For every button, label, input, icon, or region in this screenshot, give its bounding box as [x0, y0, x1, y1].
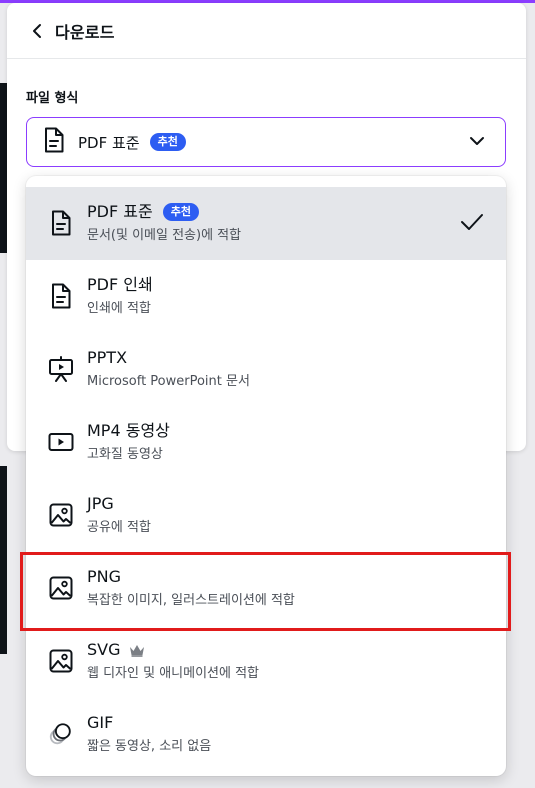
select-value: PDF 표준	[78, 133, 140, 152]
option-label: PDF 인쇄	[87, 275, 153, 294]
panel-title: 다운로드	[55, 22, 115, 42]
image-icon	[48, 501, 74, 529]
back-button[interactable]	[27, 21, 47, 41]
document-icon	[44, 127, 64, 157]
option-description: 인쇄에 적합	[87, 301, 151, 316]
panel-header: 다운로드	[7, 3, 526, 59]
option-description: 공유에 적합	[87, 520, 151, 535]
option-pdf-print[interactable]: PDF 인쇄 인쇄에 적합	[26, 260, 506, 333]
chevron-left-icon	[33, 23, 41, 38]
option-label: SVG	[87, 640, 121, 659]
option-label: PPTX	[87, 348, 128, 367]
option-description: 고화질 동영상	[87, 447, 163, 462]
crown-icon	[129, 644, 145, 657]
option-gif[interactable]: GIF 짧은 동영상, 소리 없음	[26, 698, 506, 771]
background-canvas-edge	[0, 466, 7, 654]
recommended-badge: 추천	[149, 133, 186, 151]
option-description: 짧은 동영상, 소리 없음	[87, 739, 212, 754]
check-icon	[460, 212, 484, 236]
option-description: Microsoft PowerPoint 문서	[87, 374, 250, 389]
option-label: MP4 동영상	[87, 421, 170, 440]
chevron-down-icon[interactable]	[469, 133, 485, 153]
presentation-icon	[48, 355, 74, 383]
option-pdf-standard[interactable]: PDF 표준 추천 문서(및 이메일 전송)에 적합	[26, 187, 506, 260]
file-type-select[interactable]: PDF 표준 추천	[26, 117, 506, 167]
file-type-dropdown: PDF 표준 추천 문서(및 이메일 전송)에 적합 PDF 인쇄 인쇄에 적합 …	[26, 176, 506, 776]
document-icon	[48, 282, 74, 310]
gif-icon	[48, 720, 74, 748]
option-label: PNG	[87, 567, 122, 586]
background-canvas-edge	[0, 83, 7, 253]
option-jpg[interactable]: JPG 공유에 적합	[26, 479, 506, 552]
file-type-label: 파일 형식	[26, 91, 79, 106]
option-description: 복잡한 이미지, 일러스트레이션에 적합	[87, 593, 295, 608]
option-label: JPG	[87, 494, 114, 513]
document-icon	[48, 209, 74, 237]
option-label: GIF	[87, 713, 114, 732]
option-png[interactable]: PNG 복잡한 이미지, 일러스트레이션에 적합	[26, 552, 506, 625]
recommended-badge: 추천	[162, 203, 199, 221]
option-description: 웹 디자인 및 애니메이션에 적합	[87, 666, 260, 681]
option-svg[interactable]: SVG 웹 디자인 및 애니메이션에 적합	[26, 625, 506, 698]
image-icon	[48, 574, 74, 602]
video-icon	[48, 428, 74, 456]
image-icon	[48, 647, 74, 675]
option-description: 문서(및 이메일 전송)에 적합	[87, 228, 242, 243]
option-mp4[interactable]: MP4 동영상 고화질 동영상	[26, 406, 506, 479]
option-label: PDF 표준	[87, 202, 153, 221]
option-pptx[interactable]: PPTX Microsoft PowerPoint 문서	[26, 333, 506, 406]
